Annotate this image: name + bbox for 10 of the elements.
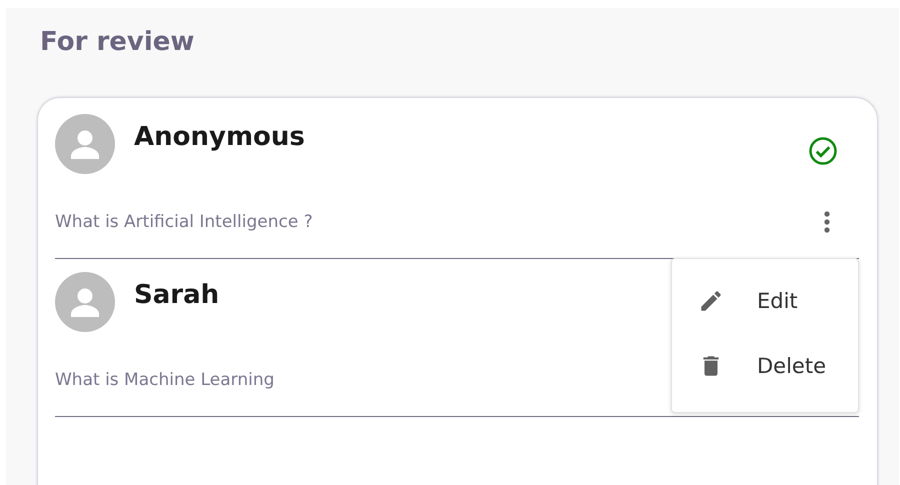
- author-name: Sarah: [134, 280, 220, 310]
- menu-item[interactable]: Edit: [672, 277, 858, 325]
- avatar-icon: [55, 272, 115, 332]
- section-title: For review: [40, 26, 196, 59]
- author-name: Anonymous: [134, 122, 305, 152]
- question-text: What is Machine Learning: [55, 370, 274, 390]
- question-text: What is Artificial Intelligence ?: [55, 212, 313, 232]
- avatar-icon: [55, 114, 115, 174]
- more-options-button[interactable]: [824, 210, 830, 234]
- menu-item[interactable]: Delete: [672, 342, 858, 390]
